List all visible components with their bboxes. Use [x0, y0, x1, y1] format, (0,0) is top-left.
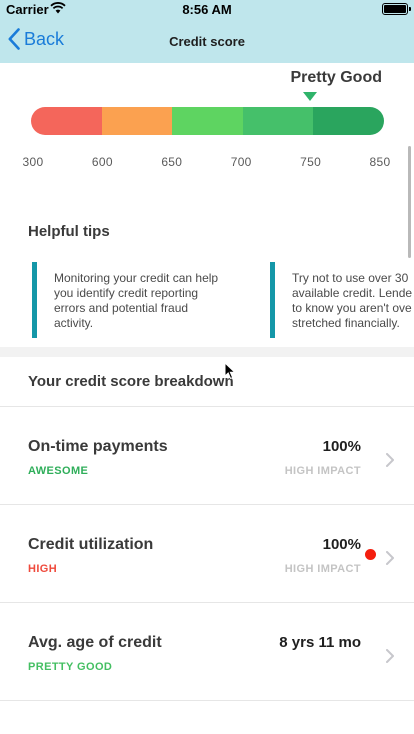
- page-title: Credit score: [169, 34, 245, 49]
- status-bar: Carrier 8:56 AM: [0, 0, 414, 20]
- factor-name: On-time payments: [28, 438, 168, 455]
- tip-card: Try not to use over 30 available credit.…: [270, 262, 414, 338]
- alert-dot-icon: [365, 549, 376, 560]
- factor-status: AWESOME: [28, 465, 89, 477]
- factor-value: 100%: [322, 438, 361, 455]
- breakdown-row-credit-utilization[interactable]: Credit utilization HIGH 100% HIGH IMPACT: [0, 505, 414, 602]
- section-divider: [0, 347, 414, 357]
- score-band-1: [31, 107, 102, 135]
- breakdown-title: Your credit score breakdown: [28, 373, 234, 390]
- factor-impact: HIGH IMPACT: [284, 465, 361, 477]
- score-tick-label: 600: [91, 155, 113, 169]
- tip-accent-bar: [270, 262, 275, 338]
- factor-value: 100%: [322, 536, 361, 553]
- score-indicator-icon: [303, 92, 317, 101]
- top-bar: Carrier 8:56 AM Back Credit score: [0, 0, 414, 63]
- navigation-bar: Back Credit score: [0, 20, 414, 63]
- clock: 8:56 AM: [182, 2, 232, 17]
- score-band-5: [313, 107, 384, 135]
- factor-value: 8 yrs 11 mo: [279, 634, 361, 651]
- tip-accent-bar: [32, 262, 37, 338]
- score-tick-label: 300: [22, 155, 44, 169]
- mouse-cursor-icon: [224, 362, 236, 380]
- tip-text: Monitoring your credit can help you iden…: [54, 271, 219, 330]
- factor-name: Avg. age of credit: [28, 634, 162, 651]
- chevron-right-icon: [386, 649, 394, 663]
- battery-icon: [382, 3, 411, 15]
- score-scale: 300 600 650 700 750 850: [0, 155, 414, 171]
- score-tick-label: 650: [161, 155, 183, 169]
- factor-status: HIGH: [28, 563, 58, 575]
- tips-title: Helpful tips: [28, 223, 110, 240]
- score-tick-label: 850: [369, 155, 391, 169]
- score-rating: Pretty Good: [290, 69, 382, 86]
- score-band-4: [242, 107, 314, 135]
- scrollbar[interactable]: [408, 146, 411, 258]
- tip-card: Monitoring your credit can help you iden…: [32, 262, 270, 338]
- factor-status: PRETTY GOOD: [28, 661, 113, 673]
- score-band-3: [172, 107, 243, 135]
- score-tick-label: 750: [300, 155, 322, 169]
- score-band-2: [101, 107, 173, 135]
- breakdown-row-avg-age-of-credit[interactable]: Avg. age of credit PRETTY GOOD 8 yrs 11 …: [0, 603, 414, 700]
- breakdown-row-on-time-payments[interactable]: On-time payments AWESOME 100% HIGH IMPAC…: [0, 407, 414, 504]
- tip-text: Try not to use over 30 available credit.…: [292, 271, 413, 330]
- chevron-right-icon: [386, 551, 394, 565]
- chevron-right-icon: [386, 453, 394, 467]
- score-bar: [31, 107, 384, 135]
- factor-name: Credit utilization: [28, 536, 154, 553]
- factor-impact: HIGH IMPACT: [284, 563, 361, 575]
- score-tick-label: 700: [230, 155, 252, 169]
- divider: [0, 700, 414, 701]
